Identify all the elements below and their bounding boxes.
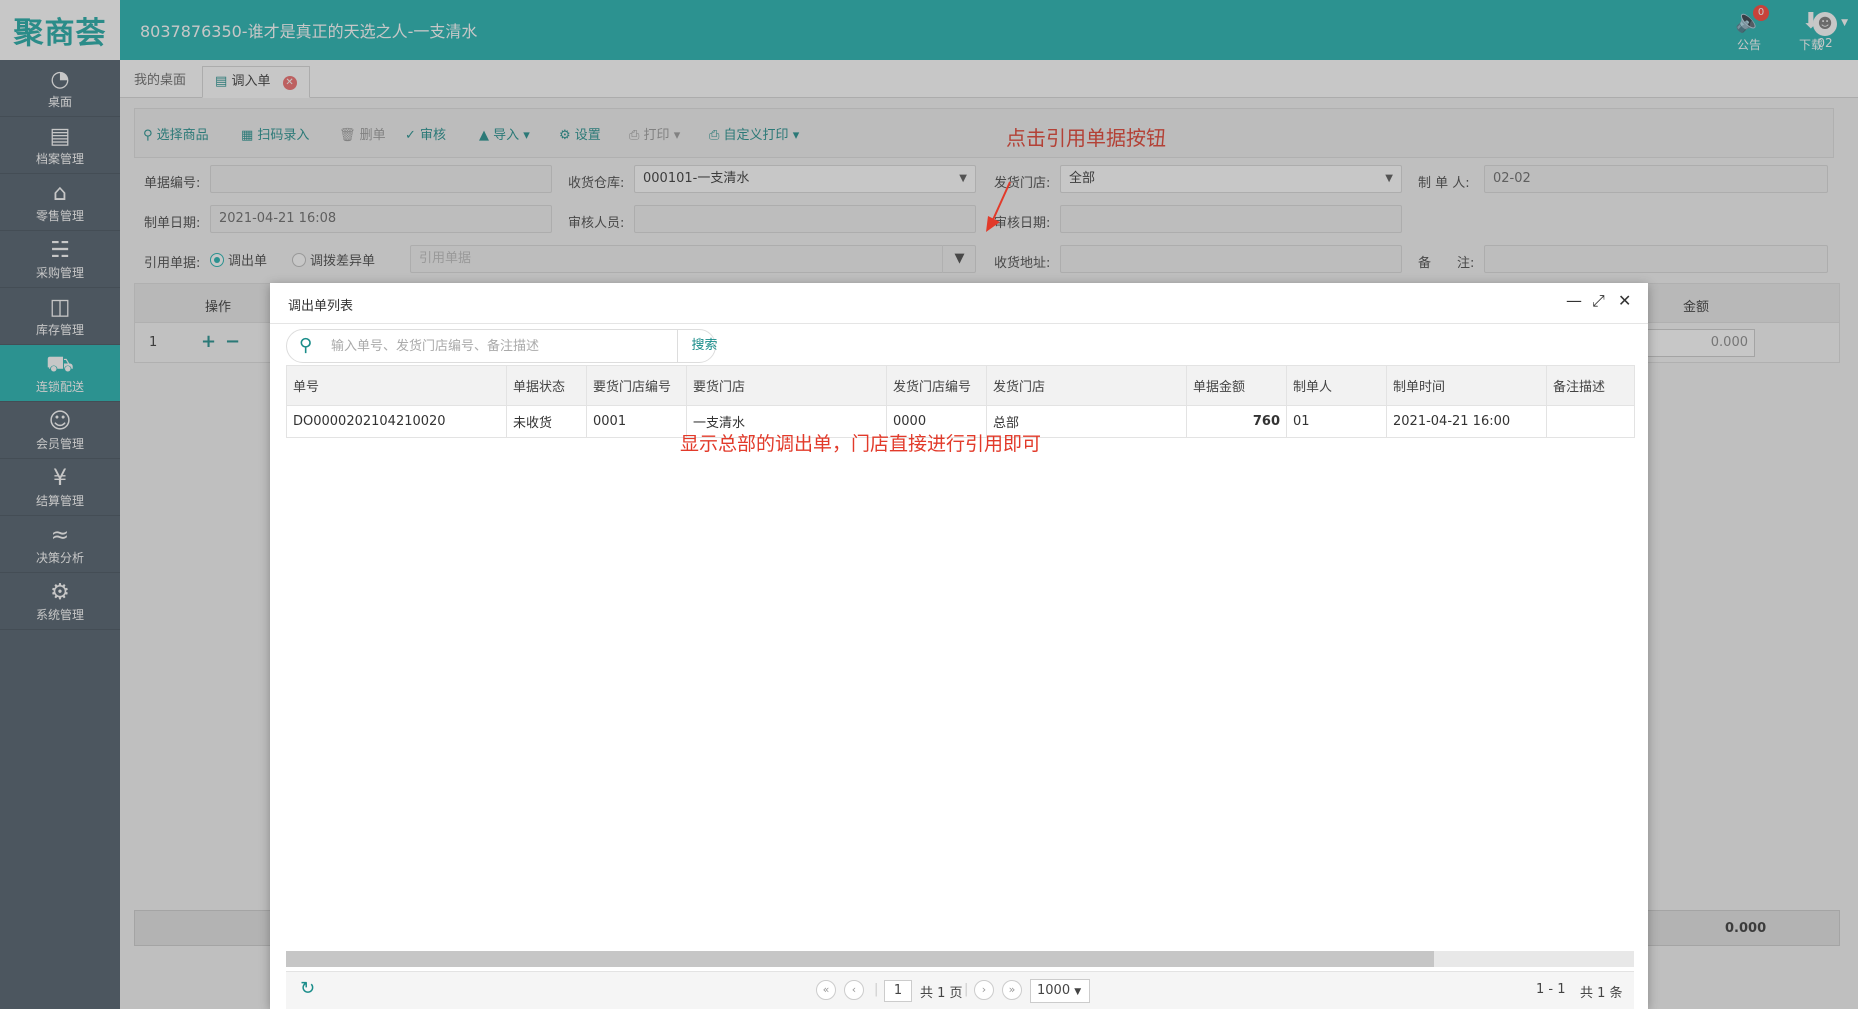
make-time-cell: 2021-04-21 16:00	[1386, 405, 1547, 438]
horizontal-scrollbar[interactable]	[286, 951, 1634, 967]
annotation-show-hq: 显示总部的调出单，门店直接进行引用即可	[680, 433, 1042, 455]
col-make-time[interactable]: 制单时间	[1386, 365, 1547, 406]
refresh-icon[interactable]: ↻	[300, 978, 315, 999]
col-maker[interactable]: 制单人	[1286, 365, 1387, 406]
search-input[interactable]	[331, 330, 611, 362]
amount-cell: 760	[1186, 405, 1287, 438]
col-amount[interactable]: 单据金额	[1186, 365, 1287, 406]
table-header-row: 单号 单据状态 要货门店编号 要货门店 发货门店编号 发货门店 单据金额 制单人…	[286, 365, 1635, 406]
maker-cell: 01	[1286, 405, 1387, 438]
chevron-down-icon: ▼	[1074, 987, 1082, 997]
maximize-icon[interactable]: ⤢	[1592, 291, 1605, 311]
status-cell: 未收货	[506, 405, 587, 438]
dialog-title: 调出单列表	[288, 299, 354, 314]
col-status[interactable]: 单据状态	[506, 365, 587, 406]
close-icon[interactable]: ✕	[1618, 291, 1631, 310]
req-store-code-cell: 0001	[586, 405, 687, 438]
pager-divider: |	[874, 982, 879, 997]
page-size-select[interactable]: 1000 ▼	[1030, 979, 1090, 1003]
last-page-icon[interactable]: »	[1002, 980, 1022, 1000]
col-note[interactable]: 备注描述	[1546, 365, 1635, 406]
total-items: 共 1 条	[1580, 986, 1623, 1001]
search-button[interactable]: 搜索	[677, 330, 731, 362]
col-ship-store-code[interactable]: 发货门店编号	[886, 365, 987, 406]
first-page-icon[interactable]: «	[816, 980, 836, 1000]
range-text: 1 - 1	[1536, 982, 1566, 997]
next-page-icon[interactable]: ›	[974, 980, 994, 1000]
col-ship-store[interactable]: 发货门店	[986, 365, 1187, 406]
minimize-icon[interactable]: —	[1566, 291, 1582, 310]
transfer-out-table: 单号 单据状态 要货门店编号 要货门店 发货门店编号 发货门店 单据金额 制单人…	[286, 365, 1635, 438]
dialog-divider	[270, 323, 1648, 324]
prev-page-icon[interactable]: ‹	[844, 980, 864, 1000]
total-pages: 共 1 页	[920, 986, 963, 1001]
doc-no-link[interactable]: DO0000202104210020	[286, 405, 507, 438]
col-req-store-code[interactable]: 要货门店编号	[586, 365, 687, 406]
search-box: ⚲ 搜索	[286, 329, 718, 363]
note-cell	[1546, 405, 1635, 438]
annotation-arrow	[986, 181, 1011, 232]
pager-divider: |	[964, 982, 969, 997]
pagination-bar: ↻ « ‹ | 1 共 1 页 | › » 1000 ▼ 1 - 1 共 1 条	[286, 971, 1634, 1009]
search-icon: ⚲	[299, 335, 313, 356]
col-doc-no[interactable]: 单号	[286, 365, 507, 406]
page-input[interactable]: 1	[884, 980, 912, 1002]
scrollbar-thumb[interactable]	[286, 951, 1434, 967]
transfer-out-list-dialog: 调出单列表 — ⤢ ✕ ⚲ 搜索 单号 单据状态 要货门店编号 要货门店 发货门…	[270, 283, 1648, 1009]
col-req-store[interactable]: 要货门店	[686, 365, 887, 406]
